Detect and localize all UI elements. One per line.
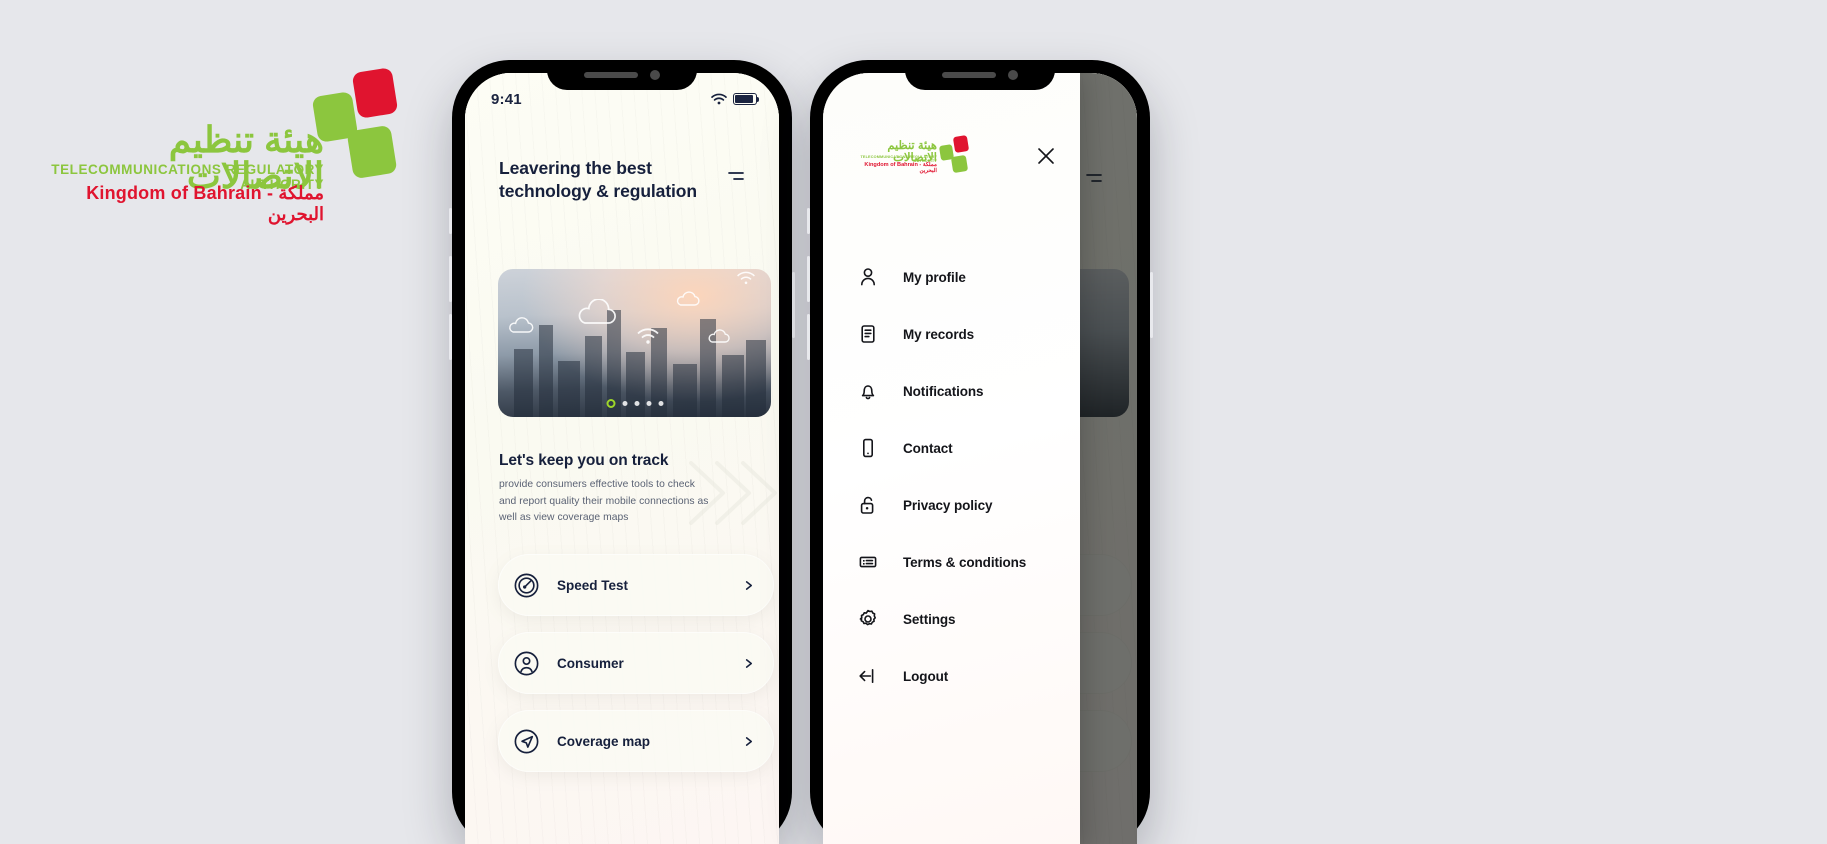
tra-bahrain-logo: هيئة تنظيم الاتصالات TELECOMMUNICATIONS … bbox=[32, 67, 399, 224]
carousel-dot[interactable] bbox=[634, 401, 639, 406]
volume-down-button[interactable] bbox=[807, 314, 810, 360]
action-row-coverage-map[interactable]: Coverage map bbox=[498, 710, 774, 772]
cloud-icon bbox=[578, 299, 616, 324]
drawer-item-label: My profile bbox=[903, 269, 966, 285]
action-row-label: Speed Test bbox=[557, 577, 629, 593]
cloud-icon bbox=[708, 329, 730, 343]
drawer-item-label: Privacy policy bbox=[903, 497, 993, 513]
front-camera bbox=[650, 70, 660, 80]
phone-mockup-menu: هيئة تنظيم الاتصالات TELECOMMUNICATIONS … bbox=[807, 60, 1153, 844]
action-row-consumer[interactable]: Consumer bbox=[498, 632, 774, 694]
drawer-item-label: Terms & conditions bbox=[903, 554, 1027, 570]
bell-icon bbox=[861, 385, 875, 400]
hero-carousel-image[interactable] bbox=[498, 269, 771, 417]
carousel-dot[interactable] bbox=[622, 401, 627, 406]
chevron-right-icon bbox=[745, 736, 753, 746]
phone-mockup-home: 9:41 Leavering the best technology & reg… bbox=[449, 60, 795, 844]
drawer-header: هيئة تنظيم الاتصالات TELECOMMUNICATIONS … bbox=[823, 127, 1080, 185]
mute-switch[interactable] bbox=[449, 208, 452, 234]
section-body: provide consumers effective tools to che… bbox=[499, 479, 709, 524]
battery-icon bbox=[733, 93, 760, 105]
logo-mark-icon bbox=[938, 135, 970, 174]
phone2-screen: هيئة تنظيم الاتصالات TELECOMMUNICATIONS … bbox=[823, 73, 1137, 844]
chevron-right-icon bbox=[745, 658, 753, 668]
close-icon[interactable] bbox=[1034, 144, 1058, 168]
chevron-right-icon bbox=[745, 580, 753, 590]
drawer-item-notifications[interactable]: Notifications bbox=[857, 374, 1060, 408]
earpiece-speaker bbox=[584, 72, 638, 78]
carousel-dots[interactable] bbox=[606, 399, 663, 408]
drawer-item-my-profile[interactable]: My profile bbox=[857, 260, 1060, 294]
wifi-icon bbox=[737, 271, 755, 285]
logo-kingdom-line: Kingdom of Bahrain - مملكة البحرين bbox=[86, 183, 324, 224]
drawer-logo: هيئة تنظيم الاتصالات TELECOMMUNICATIONS … bbox=[857, 135, 970, 176]
home-screen: 9:41 Leavering the best technology & reg… bbox=[465, 73, 779, 844]
cloud-icon bbox=[509, 317, 534, 333]
drawer-item-label: My records bbox=[903, 326, 975, 342]
power-button[interactable] bbox=[1150, 272, 1153, 338]
gear-icon bbox=[859, 609, 876, 626]
navigation-arrow-circle-icon bbox=[514, 729, 539, 753]
home-header: Leavering the best technology & regulati… bbox=[499, 157, 749, 204]
device-notch bbox=[547, 60, 697, 90]
drawer-item-label: Logout bbox=[903, 668, 949, 684]
carousel-dot[interactable] bbox=[658, 401, 663, 406]
navigation-drawer: هيئة تنظيم الاتصالات TELECOMMUNICATIONS … bbox=[823, 73, 1080, 844]
action-row-label: Coverage map bbox=[557, 733, 651, 749]
cloud-icon bbox=[676, 291, 700, 306]
phone1-screen: 9:41 Leavering the best technology & reg… bbox=[465, 73, 779, 844]
drawer-item-label: Contact bbox=[903, 440, 953, 456]
carousel-dot-active[interactable] bbox=[606, 399, 615, 408]
wifi-icon bbox=[637, 328, 659, 344]
device-notch bbox=[905, 60, 1055, 90]
earpiece-speaker bbox=[942, 72, 996, 78]
volume-up-button[interactable] bbox=[807, 256, 810, 302]
status-time: 9:41 bbox=[491, 90, 522, 108]
front-camera bbox=[1008, 70, 1018, 80]
drawer-logo-kingdom: Kingdom of Bahrain - مملكة البحرين bbox=[864, 162, 937, 174]
drawer-item-logout[interactable]: Logout bbox=[857, 659, 1060, 693]
carousel-dot[interactable] bbox=[646, 401, 651, 406]
mute-switch[interactable] bbox=[807, 208, 810, 234]
unlock-icon bbox=[860, 496, 874, 514]
drawer-item-terms-conditions[interactable]: Terms & conditions bbox=[857, 545, 1060, 579]
drawer-item-settings[interactable]: Settings bbox=[857, 602, 1060, 636]
user-circle-icon bbox=[514, 651, 539, 675]
volume-down-button[interactable] bbox=[449, 314, 452, 360]
drawer-item-contact[interactable]: Contact bbox=[857, 431, 1060, 465]
drawer-item-label: Settings bbox=[903, 611, 956, 627]
screenshot-canvas: هيئة تنظيم الاتصالات TELECOMMUNICATIONS … bbox=[0, 0, 1827, 844]
section-title: Let's keep you on track bbox=[499, 452, 669, 469]
drawer-item-privacy-policy[interactable]: Privacy policy bbox=[857, 488, 1060, 522]
user-icon bbox=[861, 268, 875, 286]
logout-arrow-icon bbox=[859, 669, 874, 684]
drawer-item-my-records[interactable]: My records bbox=[857, 317, 1060, 351]
action-row-speed-test[interactable]: Speed Test bbox=[498, 554, 774, 616]
hamburger-menu-icon[interactable] bbox=[723, 163, 749, 189]
speedometer-icon bbox=[514, 573, 539, 597]
mobile-phone-icon bbox=[863, 438, 873, 458]
volume-up-button[interactable] bbox=[449, 256, 452, 302]
drawer-item-label: Notifications bbox=[903, 383, 984, 399]
terms-list-icon bbox=[859, 556, 877, 568]
document-list-icon bbox=[861, 325, 875, 343]
logo-mark-icon bbox=[311, 67, 402, 180]
wifi-icon bbox=[711, 93, 727, 105]
page-title: Leavering the best technology & regulati… bbox=[499, 158, 697, 202]
power-button[interactable] bbox=[792, 272, 795, 338]
action-row-label: Consumer bbox=[557, 655, 624, 671]
